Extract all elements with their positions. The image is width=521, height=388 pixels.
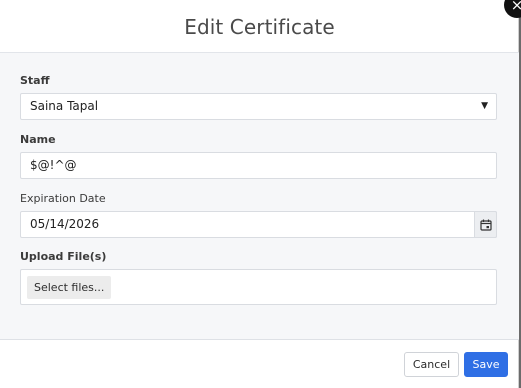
expiration-date-label: Expiration Date	[20, 192, 106, 205]
expiration-date-field[interactable]: 05/14/2026	[20, 211, 497, 238]
staff-label: Staff	[20, 74, 50, 87]
name-field-value: $@!^@	[30, 158, 77, 172]
chevron-down-icon: ▼	[481, 101, 488, 111]
edit-certificate-dialog: Edit Certificate Staff Saina Tapal ▼ Nam…	[0, 0, 519, 388]
name-field[interactable]: $@!^@	[20, 152, 497, 179]
dialog-body: Staff Saina Tapal ▼ Name $@!^@ Expiratio…	[0, 53, 519, 340]
dialog-title: Edit Certificate	[184, 15, 335, 39]
cancel-button[interactable]: Cancel	[404, 352, 459, 377]
name-label: Name	[20, 133, 56, 146]
select-files-button[interactable]: Select files...	[27, 276, 112, 299]
calendar-icon	[480, 219, 492, 231]
staff-selected-value: Saina Tapal	[30, 99, 99, 113]
upload-files-label: Upload File(s)	[20, 250, 107, 263]
date-picker-button[interactable]	[474, 211, 497, 238]
save-button[interactable]: Save	[464, 352, 508, 377]
dialog-header: Edit Certificate	[0, 0, 519, 53]
expiration-date-value: 05/14/2026	[30, 217, 100, 231]
file-upload-dropzone[interactable]: Select files...	[20, 269, 497, 305]
staff-select[interactable]: Saina Tapal ▼	[20, 93, 497, 120]
